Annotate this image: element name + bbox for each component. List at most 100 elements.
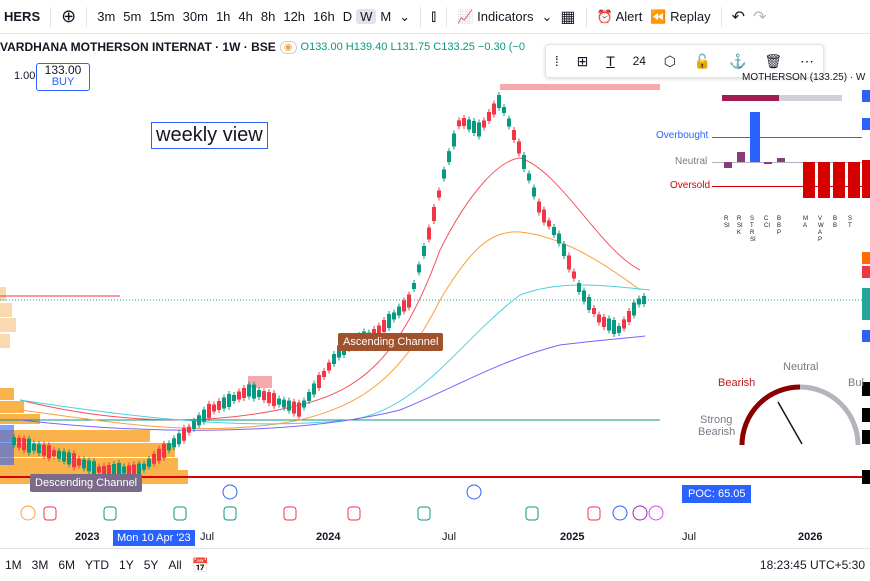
indicators-button[interactable]: 📈 Indicators xyxy=(453,9,537,25)
interval-15m[interactable]: 15m xyxy=(145,9,178,24)
edge-tab-teal[interactable] xyxy=(862,288,870,320)
candle xyxy=(182,427,186,441)
indicators-dropdown-icon[interactable]: ⌄ xyxy=(537,9,556,25)
candle-style-icon[interactable]: ⫾ xyxy=(427,8,440,26)
candle xyxy=(442,169,446,179)
rsi-bar xyxy=(724,162,732,168)
calendar-icon[interactable]: 📅 xyxy=(187,557,214,574)
earnings-badge[interactable] xyxy=(173,506,187,521)
candle xyxy=(632,302,636,316)
edge-tab-blue[interactable] xyxy=(862,118,870,130)
clock[interactable]: 18:23:45 UTC+5:30 xyxy=(755,558,870,572)
edge-tab-red[interactable] xyxy=(862,160,870,198)
candle xyxy=(187,426,191,433)
low-value: L131.75 xyxy=(390,41,431,53)
redo-icon[interactable]: ↷ xyxy=(749,7,770,27)
candle xyxy=(402,300,406,312)
range-6m[interactable]: 6M xyxy=(53,558,80,572)
template-icon[interactable]: ⊞ xyxy=(577,53,589,70)
divider xyxy=(585,6,587,27)
range-ytd[interactable]: YTD xyxy=(80,558,114,572)
indicator-column-label: BBP xyxy=(777,216,782,236)
interval-12h[interactable]: 12h xyxy=(279,9,309,24)
range-1y[interactable]: 1Y xyxy=(114,558,139,572)
lock-icon[interactable]: 🔓 xyxy=(694,53,711,70)
earnings-badge[interactable] xyxy=(43,506,57,521)
candle xyxy=(397,306,401,316)
earnings-badge[interactable] xyxy=(525,506,539,521)
earnings-badge[interactable] xyxy=(587,506,601,521)
earnings-badge[interactable] xyxy=(283,506,297,521)
drag-handle-icon[interactable]: ⁞ xyxy=(555,53,559,69)
ascending-channel-label[interactable]: Ascending Channel xyxy=(338,333,444,351)
compare-add-icon[interactable]: ⊕ xyxy=(57,6,80,27)
candle xyxy=(472,121,476,133)
edge-tab-blue[interactable] xyxy=(862,330,870,342)
candle xyxy=(312,383,316,395)
interval-4h[interactable]: 4h xyxy=(234,9,256,24)
candle xyxy=(282,399,286,408)
alert-button[interactable]: ⏰ Alert xyxy=(593,9,647,25)
candle xyxy=(72,453,76,468)
candle xyxy=(322,371,326,377)
more-icon[interactable]: ⋯ xyxy=(800,53,814,70)
anchor-icon[interactable]: ⚓ xyxy=(729,53,746,70)
candle xyxy=(12,437,16,446)
buy-button[interactable]: 133.00 BUY xyxy=(36,63,90,91)
range-3m[interactable]: 3M xyxy=(27,558,54,572)
candle xyxy=(642,296,646,304)
weekly-view-note[interactable]: weekly view xyxy=(151,122,268,149)
candle xyxy=(597,314,601,323)
candle xyxy=(327,362,331,371)
edge-tab-orange[interactable] xyxy=(862,252,870,264)
supply-zone-small[interactable] xyxy=(248,376,272,388)
buy-price: 133.00 xyxy=(44,63,82,77)
candle xyxy=(572,271,576,279)
earnings-badge[interactable] xyxy=(417,506,431,521)
interval-d[interactable]: D xyxy=(339,9,356,24)
supply-zone[interactable] xyxy=(500,84,660,90)
replay-button[interactable]: ⏪ Replay xyxy=(646,9,714,25)
gauge-bearish-label: Bearish xyxy=(718,377,756,389)
range-1m[interactable]: 1M xyxy=(0,558,27,572)
symbol-title[interactable]: VARDHANA MOTHERSON INTERNAT · 1W · BSE xyxy=(0,40,276,54)
symbol-search[interactable]: HERS xyxy=(0,9,44,24)
interval-dropdown-icon[interactable]: ⌄ xyxy=(395,9,414,25)
edge-tab-black[interactable] xyxy=(862,470,870,484)
candle xyxy=(417,264,421,273)
settings-icon[interactable]: ⬡ xyxy=(664,53,676,70)
time-label: 2026 xyxy=(798,531,823,543)
trash-icon[interactable]: 🗑 xyxy=(764,53,782,70)
candle xyxy=(307,392,311,401)
interval-16h[interactable]: 16h xyxy=(309,9,339,24)
range-5y[interactable]: 5Y xyxy=(139,558,164,572)
interval-m[interactable]: M xyxy=(376,9,395,24)
edge-tab-blue[interactable] xyxy=(862,90,870,102)
candle xyxy=(222,397,226,409)
interval-30m[interactable]: 30m xyxy=(179,9,212,24)
descending-channel-label[interactable]: Descending Channel xyxy=(30,474,143,492)
range-all[interactable]: All xyxy=(163,558,186,572)
candle xyxy=(42,444,46,456)
interval-3m[interactable]: 3m xyxy=(93,9,119,24)
text-color-icon[interactable]: T xyxy=(606,53,615,69)
ohlc-values: O133.00 H139.40 L131.75 C133.25 −0.30 (−… xyxy=(301,41,526,53)
undo-icon[interactable]: ↶ xyxy=(728,7,749,27)
interval-w[interactable]: W xyxy=(356,9,377,24)
interval-1h[interactable]: 1h xyxy=(212,9,234,24)
candle xyxy=(512,130,516,140)
candle xyxy=(27,438,31,453)
earnings-badge[interactable] xyxy=(103,506,117,521)
layouts-icon[interactable]: ▦ xyxy=(556,7,579,27)
interval-8h[interactable]: 8h xyxy=(257,9,279,24)
interval-5m[interactable]: 5m xyxy=(119,9,145,24)
candle xyxy=(142,463,146,470)
visibility-toggle-icon[interactable]: ◉ xyxy=(279,40,297,54)
earnings-badge[interactable] xyxy=(223,506,237,521)
change-value: −0.30 (−0 xyxy=(477,41,526,53)
neutral-label: Neutral xyxy=(675,156,708,167)
font-size-select[interactable]: 24 xyxy=(633,54,646,68)
candle xyxy=(487,112,491,121)
edge-tab-red[interactable] xyxy=(862,266,870,278)
earnings-badge[interactable] xyxy=(347,506,361,521)
